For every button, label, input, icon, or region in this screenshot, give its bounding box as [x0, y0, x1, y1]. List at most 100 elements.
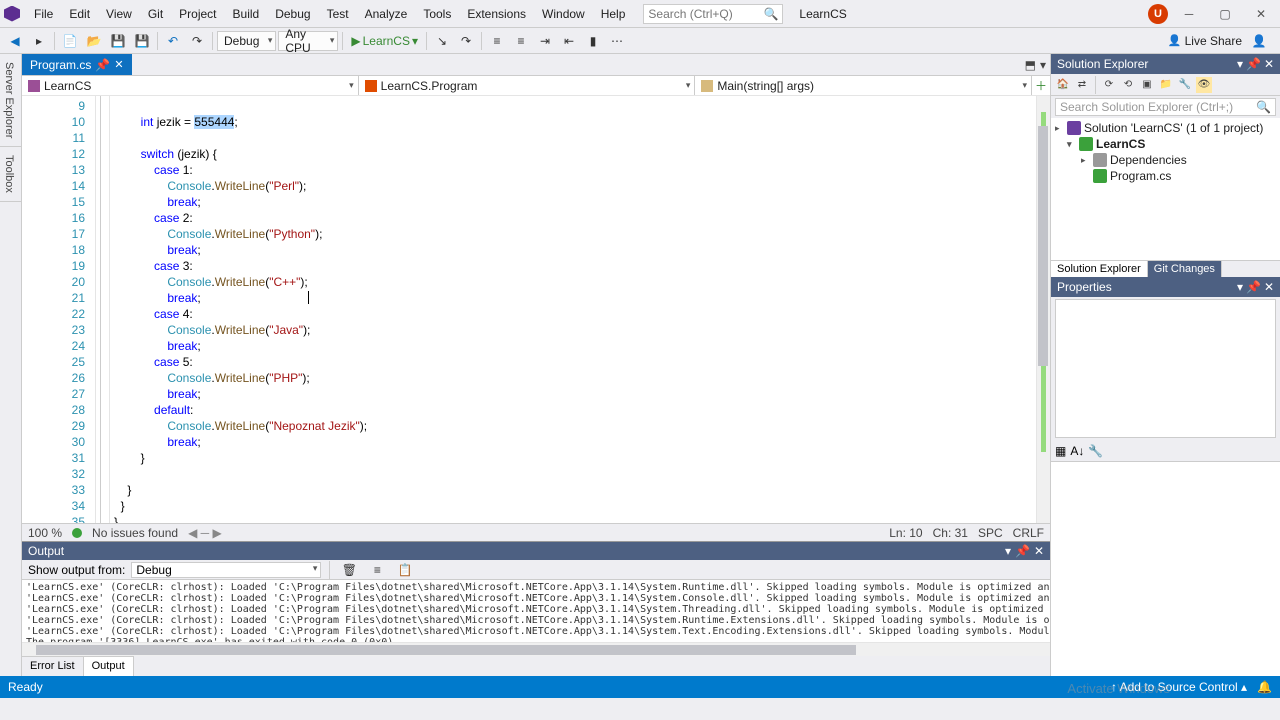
indent-button[interactable]: ⇥	[534, 30, 556, 52]
menu-analyze[interactable]: Analyze	[357, 3, 416, 25]
menu-window[interactable]: Window	[534, 3, 593, 25]
code-text[interactable]: int jezik = 555444; switch (jezik) { cas…	[110, 96, 1050, 523]
panel-autohide-icon[interactable]: ▾	[1005, 544, 1011, 558]
props-pin-icon[interactable]: 📌	[1246, 280, 1261, 294]
minimize-button[interactable]: ─	[1174, 3, 1204, 25]
props-close-icon[interactable]: ✕	[1264, 280, 1274, 294]
solution-tree[interactable]: ▸Solution 'LearnCS' (1 of 1 project) ▾Le…	[1051, 118, 1280, 260]
panel-pin-icon[interactable]: 📌	[1015, 544, 1030, 558]
file-node[interactable]: Program.cs	[1051, 168, 1280, 184]
menu-edit[interactable]: Edit	[61, 3, 98, 25]
bookmark-button[interactable]: ▮	[582, 30, 604, 52]
eol-mode[interactable]: CRLF	[1013, 526, 1044, 540]
menu-build[interactable]: Build	[225, 3, 268, 25]
save-button[interactable]: 💾	[107, 30, 129, 52]
dependencies-node[interactable]: ▸Dependencies	[1051, 152, 1280, 168]
se-tab-git[interactable]: Git Changes	[1148, 261, 1222, 277]
se-close-icon[interactable]: ✕	[1264, 57, 1274, 71]
pin-icon[interactable]: 📌	[95, 58, 110, 72]
notifications-icon[interactable]: 🔔	[1257, 680, 1272, 694]
outline-strip[interactable]	[96, 96, 110, 523]
issues-text[interactable]: No issues found	[92, 526, 178, 540]
comment-button[interactable]: ≡	[486, 30, 508, 52]
properties-button[interactable]: 🔧	[1177, 77, 1193, 93]
new-project-button[interactable]: 📄	[59, 30, 81, 52]
output-header[interactable]: Output ▾ 📌 ✕	[22, 542, 1050, 560]
format-button[interactable]: ⋯	[606, 30, 628, 52]
step-into-button[interactable]: ↘	[431, 30, 453, 52]
vertical-scrollbar[interactable]	[1036, 96, 1050, 523]
save-all-button[interactable]: 💾	[131, 30, 153, 52]
add-source-control[interactable]: ↑ Add to Source Control ▴	[1111, 680, 1247, 694]
line-indicator[interactable]: Ln: 10	[889, 526, 922, 540]
props-autohide-icon[interactable]: ▾	[1237, 280, 1243, 294]
add-button[interactable]: ＋	[1032, 76, 1050, 95]
alphabetical-button[interactable]: A↓	[1070, 444, 1084, 458]
se-tab-solution[interactable]: Solution Explorer	[1051, 261, 1148, 277]
home-button[interactable]: 🏠	[1055, 77, 1071, 93]
pending-changes-button[interactable]: ⟳	[1101, 77, 1117, 93]
se-autohide-icon[interactable]: ▾	[1237, 57, 1243, 71]
output-text[interactable]: 'LearnCS.exe' (CoreCLR: clrhost): Loaded…	[22, 580, 1050, 642]
output-source-dropdown[interactable]: Debug	[131, 562, 321, 578]
goto-button[interactable]: 📋	[394, 559, 416, 581]
se-pin-icon[interactable]: 📌	[1246, 57, 1261, 71]
member-dropdown[interactable]: Main(string[] args)	[695, 76, 1032, 95]
project-node[interactable]: ▾LearnCS	[1051, 136, 1280, 152]
menu-debug[interactable]: Debug	[267, 3, 318, 25]
menu-git[interactable]: Git	[140, 3, 171, 25]
error-list-tab[interactable]: Error List	[22, 656, 84, 676]
active-doc-tab[interactable]: Program.cs 📌 ✕	[22, 54, 132, 75]
solution-search-input[interactable]: Search Solution Explorer (Ctrl+;) 🔍	[1055, 98, 1276, 116]
user-badge[interactable]: U	[1148, 4, 1168, 24]
menu-help[interactable]: Help	[593, 3, 634, 25]
collapse-all-button[interactable]: ▣	[1139, 77, 1155, 93]
code-editor[interactable]: 9101112131415161718192021222324252627282…	[22, 96, 1050, 523]
menu-view[interactable]: View	[98, 3, 140, 25]
clear-output-button[interactable]: 🗑	[338, 559, 360, 581]
solution-explorer-header[interactable]: Solution Explorer ▾ 📌 ✕	[1051, 54, 1280, 74]
config-dropdown[interactable]: Debug	[217, 31, 276, 51]
nav-fwd-button[interactable]: ▸	[28, 30, 50, 52]
indent-mode[interactable]: SPC	[978, 526, 1003, 540]
doc-dropdown-icon[interactable]: ▾	[1040, 58, 1046, 72]
show-all-button[interactable]: 📁	[1158, 77, 1174, 93]
preview-button[interactable]: 👁	[1196, 77, 1212, 93]
menu-test[interactable]: Test	[319, 3, 357, 25]
zoom-level[interactable]: 100 %	[28, 526, 62, 540]
open-button[interactable]: 📂	[83, 30, 105, 52]
menu-project[interactable]: Project	[171, 3, 224, 25]
properties-grid[interactable]	[1051, 462, 1280, 676]
close-tab-icon[interactable]: ✕	[114, 58, 123, 71]
toggle-wrap-button[interactable]: ≡	[366, 559, 388, 581]
run-button[interactable]: ▶ LearnCS ▾	[347, 34, 422, 48]
maximize-button[interactable]: ▢	[1210, 3, 1240, 25]
scroll-thumb[interactable]	[1038, 126, 1048, 366]
redo-button[interactable]: ↷	[186, 30, 208, 52]
menu-file[interactable]: File	[26, 3, 61, 25]
panel-close-icon[interactable]: ✕	[1034, 544, 1044, 558]
menu-extensions[interactable]: Extensions	[459, 3, 534, 25]
switch-views-button[interactable]: ⇄	[1074, 77, 1090, 93]
props-pages-button[interactable]: 🔧	[1088, 444, 1103, 458]
preview-split-icon[interactable]: ⬒	[1025, 58, 1036, 72]
uncomment-button[interactable]: ≡	[510, 30, 532, 52]
nav-back-button[interactable]: ◀	[4, 30, 26, 52]
undo-button[interactable]: ↶	[162, 30, 184, 52]
class-dropdown[interactable]: LearnCS.Program	[359, 76, 696, 95]
properties-object-dropdown[interactable]	[1055, 299, 1276, 439]
project-dropdown[interactable]: LearnCS	[22, 76, 359, 95]
live-share-button[interactable]: 👤 Live Share	[1168, 34, 1242, 48]
server-explorer-tab[interactable]: Server Explorer	[0, 54, 21, 147]
solution-node[interactable]: ▸Solution 'LearnCS' (1 of 1 project)	[1051, 120, 1280, 136]
output-tab[interactable]: Output	[84, 656, 134, 676]
platform-dropdown[interactable]: Any CPU	[278, 31, 338, 51]
categorized-button[interactable]: ▦	[1055, 444, 1066, 458]
search-input[interactable]: Search (Ctrl+Q) 🔍	[643, 4, 783, 24]
menu-tools[interactable]: Tools	[415, 3, 459, 25]
feedback-button[interactable]: 👤	[1248, 30, 1270, 52]
outdent-button[interactable]: ⇤	[558, 30, 580, 52]
step-over-button[interactable]: ↷	[455, 30, 477, 52]
properties-header[interactable]: Properties ▾ 📌 ✕	[1051, 277, 1280, 297]
sync-button[interactable]: ⟲	[1120, 77, 1136, 93]
